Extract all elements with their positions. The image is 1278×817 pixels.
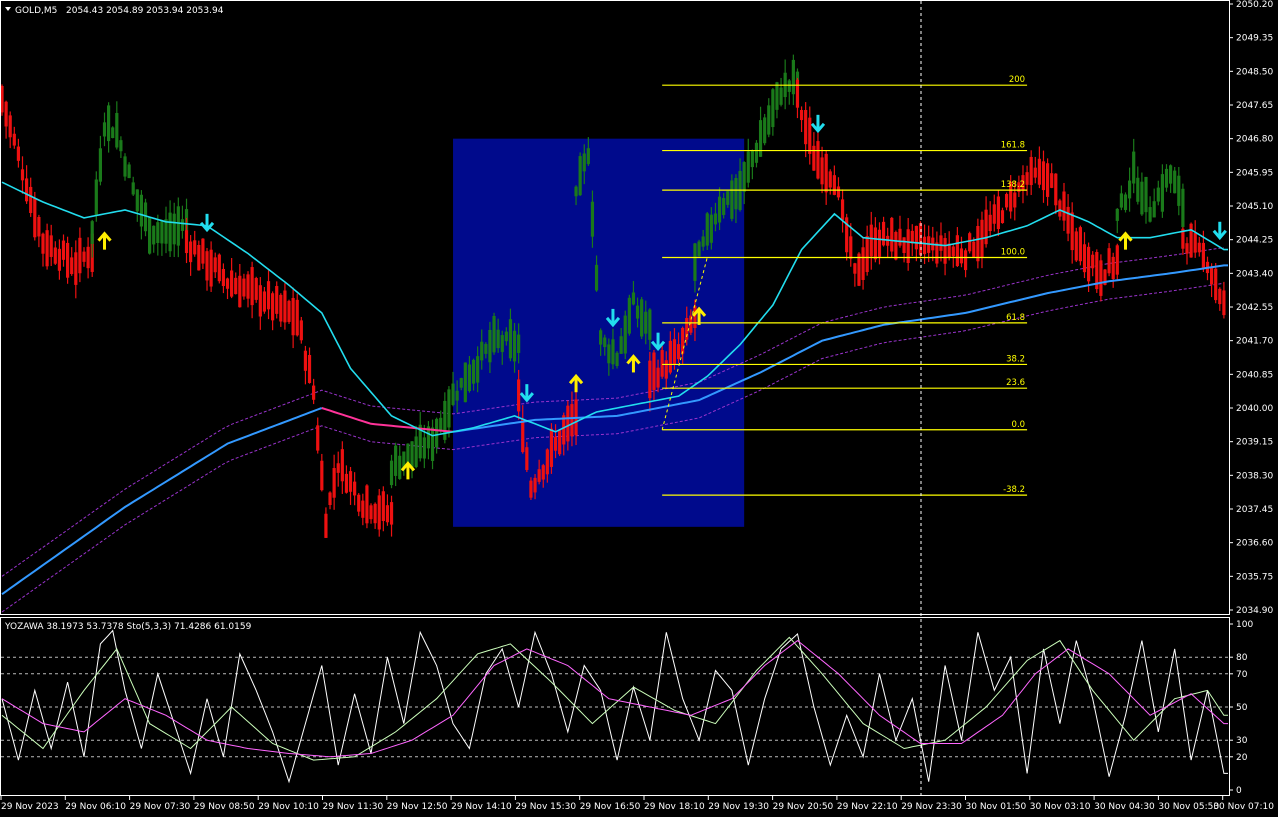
price-axis-label: 2045.10 bbox=[1236, 202, 1273, 212]
price-axis-label: 2043.40 bbox=[1236, 269, 1273, 279]
fib-level-label: 138.2 bbox=[1001, 180, 1025, 190]
fib-level-label: -38.2 bbox=[1003, 485, 1025, 495]
symbol-label: GOLD,M5 bbox=[15, 6, 57, 16]
fib-level-label: 100.0 bbox=[1001, 247, 1025, 257]
time-axis-label: 30 Nov 03:10 bbox=[1030, 802, 1091, 812]
price-axis-label: 2034.90 bbox=[1236, 606, 1273, 616]
price-axis-label: 2044.25 bbox=[1236, 236, 1273, 246]
fib-level-label: 23.6 bbox=[1006, 378, 1025, 388]
time-axis-label: 30 Nov 01:50 bbox=[966, 802, 1027, 812]
time-axis-label: 29 Nov 06:10 bbox=[65, 802, 126, 812]
price-axis-label: 2039.15 bbox=[1236, 438, 1273, 448]
symbol-header[interactable]: GOLD,M5 2054.43 2054.89 2053.94 2053.94 bbox=[5, 6, 224, 16]
indicator-label: YOZAWA 38.1973 53.7378 Sto(5,3,3) 71.428… bbox=[4, 622, 252, 632]
time-axis-label: 29 Nov 08:50 bbox=[194, 802, 255, 812]
osc-axis-label: 80 bbox=[1236, 653, 1248, 663]
time-axis-label: 29 Nov 18:10 bbox=[644, 802, 705, 812]
price-axis-label: 2049.35 bbox=[1236, 34, 1273, 44]
osc-axis-label: 30 bbox=[1236, 736, 1248, 746]
time-axis-label: 29 Nov 12:50 bbox=[387, 802, 448, 812]
osc-axis-label: 0 bbox=[1236, 786, 1242, 796]
price-axis-label: 2040.85 bbox=[1236, 370, 1273, 380]
time-axis-label: 29 Nov 2023 bbox=[1, 802, 59, 812]
price-axis-label: 2045.95 bbox=[1236, 168, 1273, 178]
time-axis-label: 30 Nov 04:30 bbox=[1094, 802, 1155, 812]
time-axis-label: 29 Nov 23:30 bbox=[901, 802, 962, 812]
price-axis-label: 2036.60 bbox=[1236, 539, 1273, 549]
price-axis-label: 2037.45 bbox=[1236, 505, 1273, 515]
time-axis-label: 29 Nov 16:50 bbox=[580, 802, 641, 812]
time-axis-label: 29 Nov 14:10 bbox=[451, 802, 512, 812]
osc-axis-label: 50 bbox=[1236, 703, 1248, 713]
fib-level-label: 38.2 bbox=[1006, 354, 1025, 364]
fib-level-label: 61.8 bbox=[1006, 313, 1025, 323]
price-axis-label: 2048.50 bbox=[1236, 67, 1273, 77]
time-axis-label: 30 Nov 05:50 bbox=[1158, 802, 1219, 812]
price-axis-label: 2047.65 bbox=[1236, 101, 1273, 111]
price-axis-label: 2046.80 bbox=[1236, 135, 1273, 145]
time-axis-label: 29 Nov 20:50 bbox=[773, 802, 834, 812]
osc-axis-label: 70 bbox=[1236, 670, 1248, 680]
osc-axis-label: 100 bbox=[1236, 620, 1253, 630]
price-axis-label: 2038.30 bbox=[1236, 471, 1273, 481]
fib-level-label: 200 bbox=[1009, 75, 1025, 85]
time-axis-label: 30 Nov 07:10 bbox=[1213, 802, 1274, 812]
fib-level-label: 0.0 bbox=[1012, 420, 1026, 430]
price-axis-label: 2035.75 bbox=[1236, 572, 1273, 582]
osc-axis-label: 20 bbox=[1236, 753, 1248, 763]
fib-level-label: 161.8 bbox=[1001, 141, 1025, 151]
time-axis-label: 29 Nov 11:30 bbox=[323, 802, 384, 812]
trading-chart[interactable]: 200161.8138.2100.061.838.223.60.0-38.2 2… bbox=[0, 0, 1278, 817]
time-axis-label: 29 Nov 10:10 bbox=[258, 802, 319, 812]
price-axis-label: 2041.70 bbox=[1236, 337, 1273, 347]
time-axis-label: 29 Nov 19:30 bbox=[708, 802, 769, 812]
time-axis-label: 29 Nov 07:30 bbox=[130, 802, 191, 812]
price-axis-label: 2050.20 bbox=[1236, 0, 1273, 10]
time-axis-label: 29 Nov 22:10 bbox=[837, 802, 898, 812]
time-axis-label: 29 Nov 15:30 bbox=[515, 802, 576, 812]
price-axis-label: 2042.55 bbox=[1236, 303, 1273, 313]
price-axis-label: 2040.00 bbox=[1236, 404, 1273, 414]
ohlc-values: 2054.43 2054.89 2053.94 2053.94 bbox=[66, 6, 224, 16]
